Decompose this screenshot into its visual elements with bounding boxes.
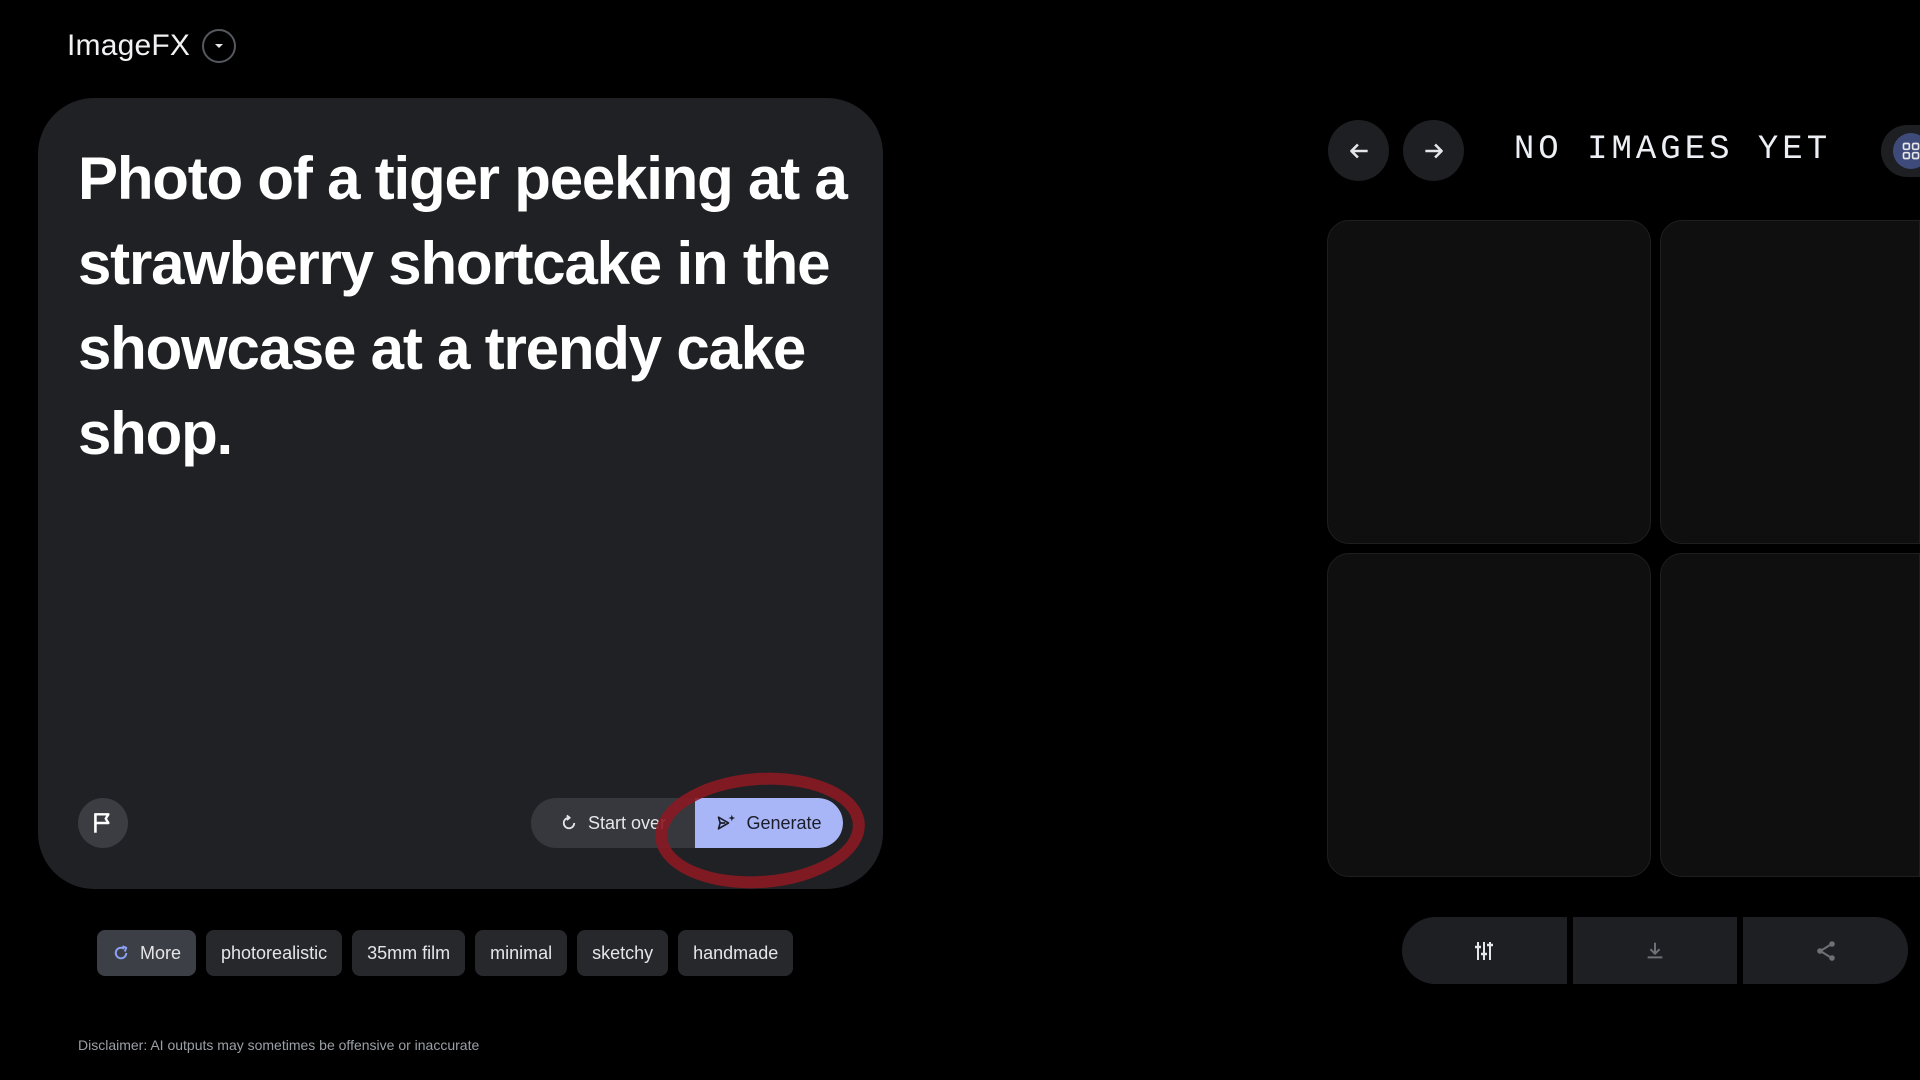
generate-label: Generate [746, 812, 822, 833]
style-chip[interactable]: photorealistic [206, 930, 343, 976]
prompt-actions: Start over Generate [531, 798, 843, 848]
style-chip-label: sketchy [592, 942, 654, 963]
grid-view-button[interactable] [1881, 125, 1920, 177]
prompt-input[interactable]: Photo of a tiger peeking at a strawberry… [78, 136, 868, 476]
download-icon [1647, 942, 1663, 958]
image-placeholder-tile [1660, 220, 1920, 544]
reset-icon [562, 814, 576, 830]
share-button[interactable] [1743, 917, 1908, 984]
image-placeholder-tile [1660, 553, 1920, 877]
arrow-left-icon [1349, 143, 1368, 158]
previous-button[interactable] [1328, 120, 1389, 181]
style-chip-label: minimal [490, 942, 553, 963]
generate-button[interactable]: Generate [695, 798, 843, 848]
next-button[interactable] [1403, 120, 1464, 181]
report-button[interactable] [78, 798, 128, 848]
arrow-right-icon [1424, 143, 1443, 158]
settings-button[interactable] [1402, 917, 1567, 984]
style-chip[interactable]: 35mm film [352, 930, 466, 976]
results-status: NO IMAGES YET [1513, 131, 1832, 169]
prompt-card: Photo of a tiger peeking at a strawberry… [38, 98, 883, 889]
settings-sliders-icon [1475, 941, 1494, 960]
start-over-label: Start over [587, 812, 667, 833]
refresh-icon [114, 945, 128, 960]
style-chip-label: photorealistic [221, 942, 328, 963]
image-toolbar [1402, 917, 1908, 984]
style-chip[interactable]: sketchy [577, 930, 669, 976]
more-styles-label: More [140, 942, 182, 963]
style-chip-row: More photorealistic 35mm film minimal sk… [97, 930, 794, 976]
style-chip[interactable]: minimal [475, 930, 568, 976]
app-header: ImageFX [67, 26, 237, 66]
chevron-down-icon [215, 44, 224, 48]
grid-view-icon [1902, 142, 1920, 160]
download-button[interactable] [1572, 917, 1738, 984]
style-chip[interactable]: handmade [678, 930, 794, 976]
sparkle-send-icon [718, 814, 736, 830]
start-over-button[interactable]: Start over [531, 798, 695, 848]
grid-view-toggle [1893, 133, 1920, 169]
app-switcher-button[interactable] [202, 29, 237, 63]
style-chip-label: 35mm film [367, 942, 451, 963]
style-chip-label: handmade [693, 942, 779, 963]
image-placeholder-tile [1327, 220, 1651, 544]
app-name: ImageFX [67, 29, 191, 62]
image-placeholder-tile [1327, 553, 1651, 877]
more-styles-chip[interactable]: More [97, 930, 197, 976]
disclaimer-text: Disclaimer: AI outputs may sometimes be … [78, 1037, 480, 1053]
flag-icon [94, 813, 110, 833]
share-icon [1816, 940, 1835, 961]
